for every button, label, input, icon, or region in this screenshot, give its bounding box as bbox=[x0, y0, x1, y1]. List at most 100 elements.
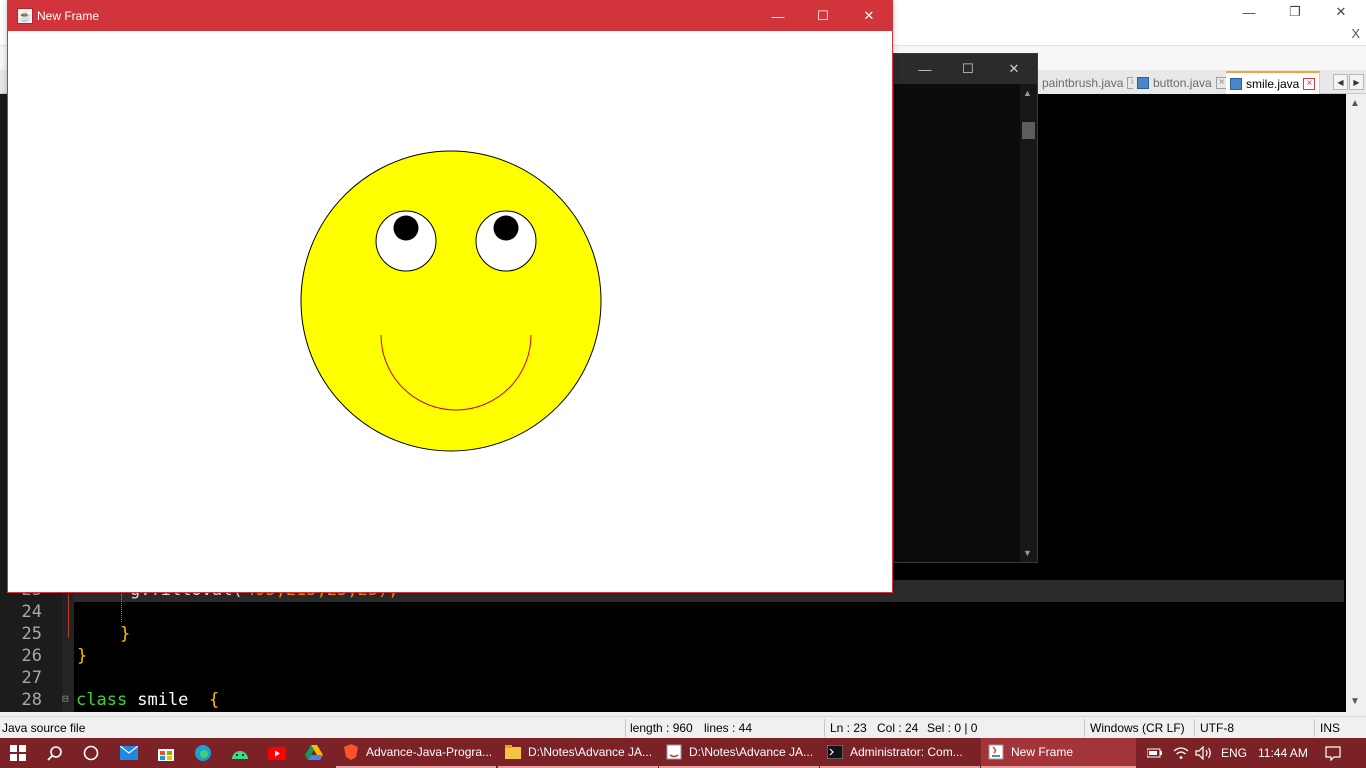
frame-maximize-button[interactable]: ☐ bbox=[800, 1, 846, 31]
folder-icon bbox=[505, 744, 521, 760]
taskbar-app-new-frame[interactable]: New Frame bbox=[981, 738, 1136, 768]
tab-close-icon[interactable]: × bbox=[1303, 78, 1316, 90]
npp-restore-button[interactable]: ❐ bbox=[1272, 0, 1318, 24]
edge-app-button[interactable] bbox=[184, 738, 221, 768]
taskbar-app-explorer[interactable]: D:\Notes\Advance JA... bbox=[498, 738, 658, 768]
line-number: 26 bbox=[21, 646, 42, 666]
tab-smile-java[interactable]: smile.java × bbox=[1226, 71, 1321, 95]
status-column: Col : 24 bbox=[877, 721, 919, 735]
java-frame-window: ☕ New Frame — ☐ ✕ bbox=[7, 0, 893, 593]
taskbar-app-label: D:\Notes\Advance JA... bbox=[528, 745, 653, 759]
console-maximize-button[interactable]: ☐ bbox=[945, 54, 991, 84]
taskbar-app-browser[interactable]: Advance-Java-Progra... bbox=[336, 738, 496, 768]
mail-app-button[interactable] bbox=[110, 738, 147, 768]
tab-label: paintbrush.java bbox=[1042, 76, 1124, 90]
status-insert-mode: INS bbox=[1320, 721, 1341, 735]
npp-close-document-button[interactable]: X bbox=[1351, 26, 1360, 41]
java-cup-icon: ☕ bbox=[17, 8, 33, 24]
speaker-icon bbox=[1195, 746, 1211, 760]
scroll-down-arrow-icon[interactable]: ▼ bbox=[1350, 696, 1360, 707]
status-separator bbox=[1084, 719, 1085, 737]
code-text: smile bbox=[127, 690, 199, 710]
save-file-icon bbox=[1230, 78, 1242, 90]
clock[interactable]: 11:44 AM bbox=[1258, 738, 1308, 768]
windows-logo-icon bbox=[10, 745, 26, 761]
taskbar-app-label: New Frame bbox=[1011, 745, 1074, 759]
java-icon bbox=[666, 744, 682, 760]
frame-close-button[interactable]: ✕ bbox=[846, 1, 892, 31]
code-keyword: class bbox=[76, 690, 128, 710]
status-line-number: Ln : 23 bbox=[830, 721, 867, 735]
google-drive-button[interactable] bbox=[295, 738, 332, 768]
code-brace: { bbox=[209, 690, 220, 710]
store-app-button[interactable] bbox=[147, 738, 184, 768]
notifications-button[interactable] bbox=[1322, 738, 1344, 768]
status-separator bbox=[625, 719, 626, 737]
status-bar: Java source file length : 960 lines : 44… bbox=[0, 716, 1366, 738]
notification-icon bbox=[1325, 745, 1341, 761]
start-button[interactable] bbox=[0, 738, 36, 768]
android-studio-button[interactable] bbox=[221, 738, 258, 768]
status-separator bbox=[1194, 719, 1195, 737]
console-titlebar: — ☐ ✕ bbox=[894, 54, 1037, 84]
editor-vertical-scrollbar[interactable]: ▲ ▼ bbox=[1346, 94, 1366, 712]
search-icon bbox=[46, 746, 62, 761]
console-window: — ☐ ✕ ▲ ▼ bbox=[893, 53, 1038, 563]
wifi-tray-button[interactable] bbox=[1171, 738, 1191, 768]
npp-minimize-button[interactable]: — bbox=[1226, 0, 1272, 24]
youtube-button[interactable] bbox=[258, 738, 295, 768]
frame-title: New Frame bbox=[37, 9, 100, 23]
line-number: 27 bbox=[21, 668, 42, 688]
drawing-canvas bbox=[8, 31, 892, 592]
console-scroll-thumb[interactable] bbox=[1022, 122, 1035, 139]
status-eol: Windows (CR LF) bbox=[1090, 721, 1185, 735]
taskbar-app-label: D:\Notes\Advance JA... bbox=[689, 745, 814, 759]
tab-button-java[interactable]: button.java × bbox=[1133, 72, 1233, 94]
status-lines: lines : 44 bbox=[704, 721, 753, 735]
tab-scroll-right-button[interactable]: ▶ bbox=[1349, 74, 1364, 90]
fold-minus-icon[interactable]: ⊟ bbox=[62, 692, 69, 705]
youtube-icon bbox=[267, 746, 286, 760]
tab-paintbrush-java[interactable]: paintbrush.java × bbox=[1038, 72, 1145, 94]
brave-icon bbox=[343, 744, 359, 760]
taskbar-app-label: Advance-Java-Progra... bbox=[366, 745, 493, 759]
code-text: } bbox=[77, 646, 88, 666]
java-icon bbox=[988, 744, 1004, 760]
cmd-icon bbox=[827, 744, 843, 760]
scroll-up-arrow-icon[interactable]: ▲ bbox=[1023, 88, 1032, 98]
status-file-type: Java source file bbox=[2, 721, 86, 735]
search-button[interactable] bbox=[36, 738, 73, 768]
console-close-button[interactable]: ✕ bbox=[991, 54, 1037, 84]
line-number: 24 bbox=[21, 602, 42, 622]
language-indicator[interactable]: ENG bbox=[1221, 738, 1247, 768]
npp-close-button[interactable]: ✕ bbox=[1318, 0, 1364, 24]
console-scrollbar[interactable]: ▲ ▼ bbox=[1020, 84, 1037, 562]
taskbar: Advance-Java-Progra... D:\Notes\Advance … bbox=[0, 738, 1366, 768]
wifi-icon bbox=[1173, 747, 1189, 759]
task-view-button[interactable] bbox=[72, 738, 109, 768]
mail-icon bbox=[119, 746, 138, 760]
left-pupil bbox=[393, 215, 419, 241]
taskbar-app-notepad[interactable]: D:\Notes\Advance JA... bbox=[659, 738, 819, 768]
tab-label: smile.java bbox=[1246, 77, 1300, 91]
indent-guide bbox=[121, 594, 122, 622]
frame-minimize-button[interactable]: — bbox=[755, 1, 801, 31]
right-pupil bbox=[493, 215, 519, 241]
taskbar-app-command-prompt[interactable]: Administrator: Com... bbox=[820, 738, 980, 768]
line-number: 28 bbox=[21, 690, 42, 710]
google-drive-icon bbox=[304, 745, 323, 760]
scroll-up-arrow-icon[interactable]: ▲ bbox=[1350, 98, 1360, 109]
smiley-face bbox=[300, 150, 602, 452]
tab-scroll-left-button[interactable]: ◀ bbox=[1333, 74, 1348, 90]
edge-icon bbox=[194, 745, 211, 761]
frame-titlebar[interactable]: ☕ New Frame — ☐ ✕ bbox=[8, 1, 892, 31]
battery-tray-button[interactable] bbox=[1145, 738, 1165, 768]
status-selection: Sel : 0 | 0 bbox=[927, 721, 978, 735]
taskbar-app-label: Administrator: Com... bbox=[850, 745, 963, 759]
status-encoding: UTF-8 bbox=[1200, 721, 1234, 735]
save-file-icon bbox=[1137, 77, 1149, 89]
volume-tray-button[interactable] bbox=[1194, 738, 1214, 768]
fold-line bbox=[68, 594, 69, 638]
scroll-down-arrow-icon[interactable]: ▼ bbox=[1023, 548, 1032, 558]
console-minimize-button[interactable]: — bbox=[902, 54, 948, 84]
